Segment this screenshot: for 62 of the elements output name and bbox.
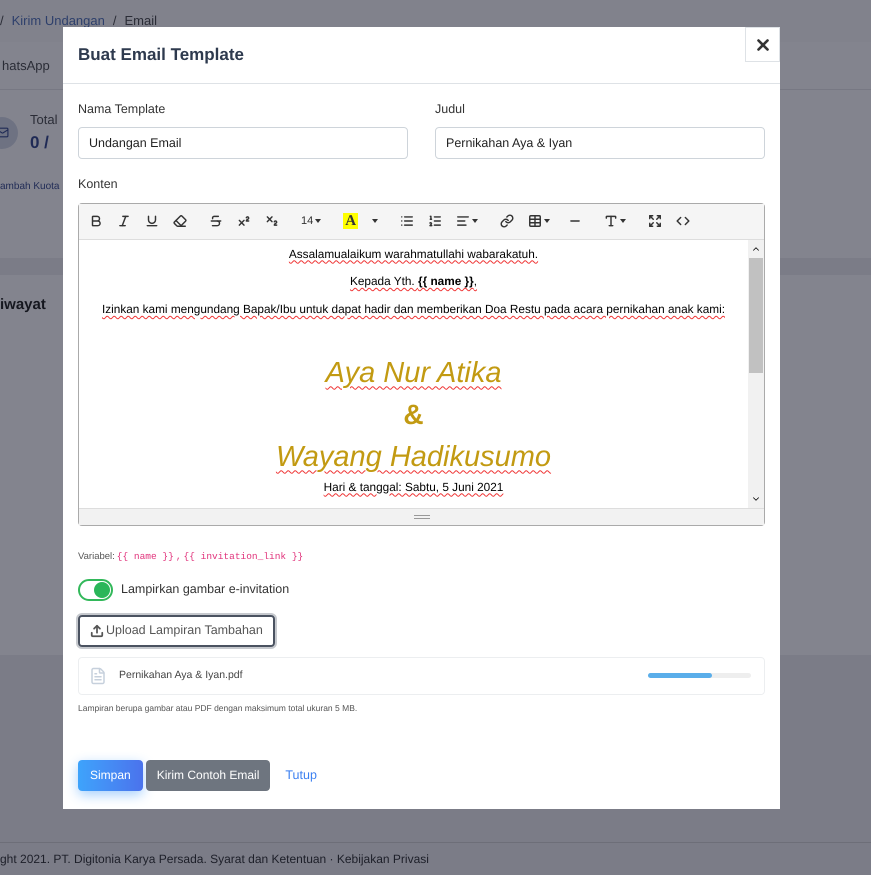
stat-value: 0 / <box>30 132 50 154</box>
save-button[interactable]: Simpan <box>78 760 143 790</box>
superscript-icon <box>237 214 251 228</box>
subscript-icon <box>265 214 279 228</box>
breadcrumb-separator: / <box>112 12 116 30</box>
caret-icon <box>620 219 626 223</box>
file-name: Pernikahan Aya & Iyan.pdf <box>119 668 244 683</box>
upload-icon <box>90 624 104 638</box>
variable-code: {{ name }} <box>116 550 174 564</box>
bullet-list-icon <box>400 214 414 228</box>
modal-title: Buat Email Template <box>78 44 244 66</box>
variables-label: Variabel: <box>78 550 115 564</box>
couple-name: Aya Nur Atika <box>326 356 502 391</box>
expand-icon <box>648 214 662 228</box>
breadcrumb-link[interactable]: Email <box>124 11 157 31</box>
toggle-switch[interactable] <box>78 578 113 601</box>
field-label: Konten <box>78 176 119 193</box>
editor-paragraph: Izinkan kami mengundang Bapak/Ibu untuk dapat hadir dan memberikan Doa Restu pada acara pernikahan anak kami: <box>102 300 725 318</box>
section-title: iwayat <box>0 296 46 313</box>
underline-icon <box>145 214 159 228</box>
editor-paragraph: Assalamualaikum warahmatullahi wabarakatuh. <box>288 246 538 262</box>
scrollbar[interactable] <box>748 240 764 508</box>
field-label: Nama Template <box>78 101 166 118</box>
stat-label: Total <box>30 111 58 129</box>
caret-icon <box>315 219 322 223</box>
file-icon <box>89 666 107 685</box>
couple-name: Wayang Hadikusumo <box>276 440 552 475</box>
font-size-button[interactable]: 14 <box>295 209 328 233</box>
strikethrough-icon <box>209 214 223 228</box>
link-icon <box>500 214 514 228</box>
editor-paragraph: Kepada Yth. {{ name }}, <box>350 273 478 290</box>
caret-icon <box>372 219 378 223</box>
italic-icon <box>117 214 131 228</box>
ampersand: & <box>403 398 424 432</box>
font-color-button[interactable]: A <box>337 209 384 233</box>
caret-icon <box>544 219 550 223</box>
table-icon <box>528 214 542 228</box>
rich-text-editor[interactable] <box>78 202 765 526</box>
editor-paragraph: Hari & tanggal: Sabtu, 5 Juni 2021 <box>324 478 504 496</box>
tab[interactable]: hatsApp <box>0 56 50 76</box>
toggle-label: Lampirkan gambar e-invitation <box>121 581 290 598</box>
caret-icon <box>472 219 478 223</box>
variable-code: {{ invitation_link }} <box>184 550 304 564</box>
text-input[interactable]: Undangan Email <box>78 126 408 159</box>
code-icon <box>676 214 690 228</box>
upload-button[interactable]: Upload Lampiran Tambahan <box>78 614 275 647</box>
breadcrumb-link[interactable]: Kirim Undangan <box>12 11 105 31</box>
variable-separator: , <box>176 550 182 564</box>
text-icon <box>604 214 618 228</box>
numbered-list-icon <box>428 214 442 228</box>
close-button[interactable] <box>745 27 780 62</box>
align-left-icon <box>456 214 470 228</box>
footer-text: ght 2021. PT. Digitonia Karya Persada. Syarat dan Ketentuan · Kebijakan Privasi <box>0 851 429 868</box>
eraser-icon <box>173 214 187 228</box>
text-input[interactable]: Pernikahan Aya & Iyan <box>435 126 765 159</box>
field-label: Judul <box>435 101 466 118</box>
attachment-hint: Lampiran berupa gambar atau PDF dengan maksimum total ukuran 5 MB. <box>78 702 358 714</box>
bold-icon <box>89 214 103 228</box>
send-sample-button[interactable]: Kirim Contoh Email <box>146 760 270 790</box>
breadcrumb-separator: / <box>0 12 4 30</box>
resize-handle[interactable] <box>79 508 764 524</box>
close-link[interactable]: Tutup <box>273 760 329 790</box>
